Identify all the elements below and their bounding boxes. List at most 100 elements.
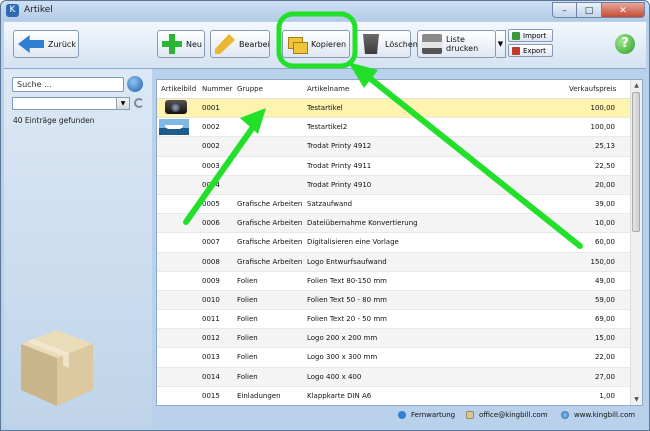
- header-group[interactable]: Gruppe: [237, 85, 263, 93]
- table-row[interactable]: 0005 Grafische Arbeiten Satzaufwand 39,00: [157, 195, 632, 215]
- cell-number: 0002: [202, 123, 220, 132]
- status-bar: Fernwartung office@kingbill.com www.king…: [156, 407, 643, 425]
- cell-number: 0002: [202, 142, 220, 151]
- close-button[interactable]: ✕: [602, 2, 645, 18]
- print-options-dropdown[interactable]: ▼: [496, 30, 506, 58]
- website-link[interactable]: www.kingbill.com: [561, 411, 635, 419]
- table-row[interactable]: 0012 Folien Logo 200 x 200 mm 15,00: [157, 329, 632, 349]
- table-row[interactable]: 0013 Folien Logo 300 x 300 mm 22,00: [157, 348, 632, 368]
- copy-button[interactable]: Kopieren: [282, 30, 350, 58]
- article-image: [159, 138, 195, 155]
- import-icon: [512, 31, 520, 40]
- scroll-thumb[interactable]: [632, 92, 640, 232]
- article-image: [159, 273, 195, 290]
- table-row[interactable]: 0002 Testartikel2 100,00: [157, 118, 632, 138]
- cell-price: 25,13: [594, 142, 615, 151]
- table-row[interactable]: 0006 Grafische Arbeiten Dateiübernahme Kon…: [157, 214, 632, 234]
- copy-button-label: Kopieren: [311, 39, 347, 49]
- header-image[interactable]: Artikelbild: [161, 85, 196, 93]
- cell-name: Testartikel2: [307, 123, 348, 132]
- cell-group: Grafische Arbeiten: [237, 199, 302, 208]
- table-row[interactable]: 0008 Grafische Arbeiten Logo Entwurfsaufwa…: [157, 252, 632, 272]
- article-image: [159, 158, 195, 175]
- cell-number: 0003: [202, 161, 220, 170]
- scroll-up-icon[interactable]: ▲: [631, 80, 642, 91]
- back-arrow-icon: [18, 35, 44, 53]
- window-title: Artikel: [24, 5, 53, 15]
- window-controls: – □ ✕: [552, 2, 645, 19]
- article-image: [159, 292, 195, 309]
- export-button[interactable]: Export: [508, 44, 553, 57]
- article-image: [159, 369, 195, 386]
- cell-group: Grafische Arbeiten: [237, 238, 302, 247]
- print-list-button[interactable]: Liste drucken: [417, 30, 496, 58]
- search-input[interactable]: Suche ...: [12, 77, 124, 92]
- cell-number: 0005: [202, 199, 220, 208]
- maximize-button[interactable]: □: [577, 2, 602, 18]
- table-header: Artikelbild Nummer Gruppe Artikelname Ve…: [157, 80, 632, 99]
- article-image: [159, 254, 195, 271]
- cell-number: 0011: [202, 315, 220, 324]
- remote-support-link[interactable]: Fernwartung: [398, 411, 455, 419]
- refresh-icon[interactable]: [134, 98, 144, 108]
- new-button[interactable]: Neu: [157, 30, 205, 58]
- cell-number: 0012: [202, 334, 220, 343]
- table-row[interactable]: 0015 Einladungen Klappkarte DIN A6 1,00: [157, 387, 632, 405]
- export-icon: [512, 46, 520, 55]
- email-link[interactable]: office@kingbill.com: [466, 411, 548, 419]
- cell-name: Trodat Printy 4910: [307, 180, 372, 189]
- help-icon[interactable]: ?: [615, 34, 635, 54]
- article-image: [159, 330, 195, 347]
- cell-price: 27,00: [594, 372, 615, 381]
- table-row[interactable]: 0014 Folien Logo 400 x 400 27,00: [157, 367, 632, 387]
- results-count: 40 Einträge gefunden: [13, 116, 95, 125]
- cell-name: Testartikel: [307, 104, 343, 112]
- vertical-scrollbar[interactable]: ▲ ▼: [630, 80, 642, 405]
- import-button[interactable]: Import: [508, 29, 553, 42]
- export-button-label: Export: [523, 46, 546, 55]
- table-row[interactable]: 0003 Trodat Printy 4911 22,50: [157, 157, 632, 176]
- cell-number: 0015: [202, 391, 220, 400]
- header-name[interactable]: Artikelname: [307, 85, 349, 93]
- table-row[interactable]: 0004 Trodat Printy 4910 20,00: [157, 175, 632, 195]
- article-image: [159, 215, 195, 232]
- cell-group: Folien: [237, 295, 258, 304]
- cell-number: 0001: [202, 104, 220, 112]
- table-body: 0001 Testartikel 100,00 0002 Testartikel2 100…: [157, 99, 632, 405]
- cell-price: 49,00: [594, 276, 615, 285]
- table-row[interactable]: 0011 Folien Folien Text 20 - 50 mm 69,00: [157, 310, 632, 330]
- table-row[interactable]: 0010 Folien Folien Text 50 - 80 mm 59,00: [157, 290, 632, 311]
- cell-name: Digitalisieren eine Vorlage: [307, 238, 399, 247]
- article-image: [159, 349, 195, 366]
- article-image: [159, 100, 195, 117]
- cell-price: 150,00: [590, 257, 616, 266]
- back-button[interactable]: Zurück: [13, 30, 79, 58]
- cell-name: Logo 300 x 300 mm: [307, 353, 378, 362]
- header-price[interactable]: Verkaufspreis: [569, 85, 616, 93]
- cell-name: Logo 200 x 200 mm: [307, 334, 378, 343]
- table-row[interactable]: 0009 Folien Folien Text 80-150 mm 49,00: [157, 272, 632, 291]
- cell-name: Trodat Printy 4911: [307, 161, 372, 170]
- cell-group: Folien: [237, 315, 258, 324]
- header-number[interactable]: Nummer: [202, 85, 233, 93]
- trash-icon: [363, 34, 379, 54]
- copy-icon: [287, 34, 308, 54]
- new-button-label: Neu: [186, 39, 202, 49]
- minimize-button[interactable]: –: [552, 2, 577, 18]
- table-row[interactable]: 0001 Testartikel 100,00: [157, 99, 632, 119]
- cell-price: 100,00: [590, 104, 616, 112]
- edit-button[interactable]: Bearbeiten: [210, 30, 270, 58]
- table-row[interactable]: 0007 Grafische Arbeiten Digitalisieren ein…: [157, 233, 632, 253]
- scroll-down-icon[interactable]: ▼: [631, 394, 642, 405]
- table-row[interactable]: 0002 Trodat Printy 4912 25,13: [157, 137, 632, 157]
- filter-select[interactable]: ▼: [12, 97, 130, 110]
- cell-number: 0008: [202, 257, 220, 266]
- pencil-icon: [215, 34, 235, 54]
- chevron-down-icon[interactable]: ▼: [116, 98, 129, 109]
- cell-number: 0009: [202, 276, 220, 285]
- cell-group: Folien: [237, 276, 258, 285]
- database-search-icon[interactable]: [127, 76, 143, 92]
- cell-group: Grafische Arbeiten: [237, 257, 302, 266]
- delete-button[interactable]: Löschen: [356, 30, 418, 58]
- sidebar: Suche ... ▼ 40 Einträge gefunden: [4, 69, 152, 427]
